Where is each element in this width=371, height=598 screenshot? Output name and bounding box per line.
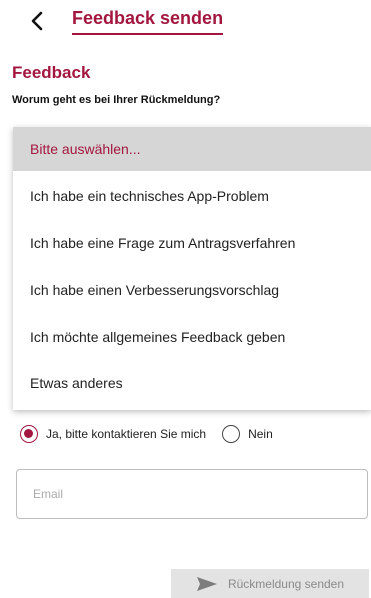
contact-no-label[interactable]: Nein bbox=[248, 427, 273, 441]
dropdown-option-general-feedback[interactable]: Ich möchte allgemeines Feedback geben bbox=[13, 315, 371, 359]
page-title: Feedback senden bbox=[72, 8, 224, 35]
back-button[interactable] bbox=[26, 9, 50, 33]
submit-button-label: Rückmeldung senden bbox=[227, 576, 345, 591]
dropdown-option-other[interactable]: Etwas anderes bbox=[13, 361, 371, 405]
topic-question-label: Worum geht es bei Ihrer Rückmeldung? bbox=[12, 94, 221, 106]
contact-no-radio[interactable] bbox=[222, 425, 241, 443]
chevron-left-icon bbox=[31, 11, 43, 31]
contact-preference-group: Ja, bitte kontaktieren Sie mich Nein bbox=[20, 423, 273, 445]
dropdown-option-placeholder[interactable]: Bitte auswählen... bbox=[13, 127, 371, 171]
dropdown-option-technical-problem[interactable]: Ich habe ein technisches App-Problem bbox=[13, 174, 371, 218]
feedback-screen: Feedback senden Feedback Worum geht es b… bbox=[0, 0, 371, 598]
contact-yes-radio[interactable] bbox=[20, 425, 38, 443]
app-header: Feedback senden bbox=[0, 0, 371, 44]
submit-feedback-button[interactable]: Rückmeldung senden bbox=[171, 569, 369, 598]
contact-yes-label[interactable]: Ja, bitte kontaktieren Sie mich bbox=[46, 427, 206, 441]
section-title: Feedback bbox=[12, 63, 91, 82]
dropdown-option-improvement-suggestion[interactable]: Ich habe einen Verbesserungsvorschlag bbox=[13, 268, 371, 312]
email-field[interactable] bbox=[16, 469, 368, 519]
topic-dropdown-list: Bitte auswählen... Ich habe ein technisc… bbox=[13, 127, 371, 410]
send-icon bbox=[196, 576, 217, 591]
dropdown-option-application-question[interactable]: Ich habe eine Frage zum Antragsverfahren bbox=[13, 221, 371, 265]
